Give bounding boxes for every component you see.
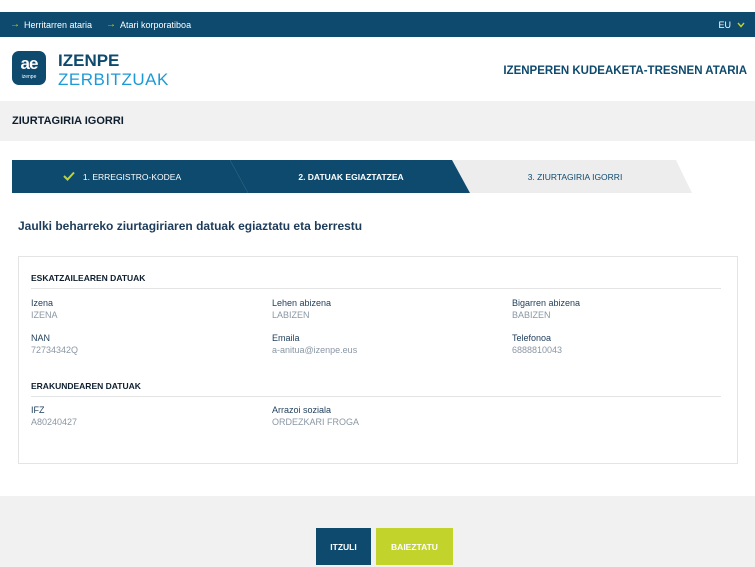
- top-link-label: Herritarren ataria: [24, 19, 93, 30]
- check-icon: [63, 171, 75, 183]
- field-value: A80240427: [31, 417, 78, 427]
- field-label: Izena: [31, 298, 54, 308]
- field-izena: Izena IZENA: [31, 298, 58, 320]
- applicant-section-title: ESKATZAILEAREN DATUAK: [31, 273, 721, 289]
- page-title: ZIURTAGIRIA IGORRI: [12, 115, 124, 127]
- top-link-citizen-portal[interactable]: → Herritarren ataria: [10, 19, 92, 30]
- field-lehen-abizena: Lehen abizena LABIZEN: [272, 298, 331, 320]
- top-link-label: Atari korporatiboa: [120, 19, 192, 30]
- logo-sub: izenpe: [21, 74, 37, 80]
- field-value: ORDEZKARI FROGA: [272, 417, 360, 427]
- back-button[interactable]: ITZULI: [316, 528, 371, 565]
- data-panel: ESKATZAILEAREN DATUAK Izena IZENA Lehen …: [18, 256, 738, 464]
- top-bar: → Herritarren ataria → Atari korporatibo…: [0, 12, 755, 37]
- step-1-label: 1. ERREGISTRO-KODEA: [82, 171, 182, 182]
- step-3: 3. ZIURTAGIRIA IGORRI: [468, 160, 682, 193]
- field-label: NAN: [31, 333, 51, 343]
- field-emaila: Emaila a-anitua@izenpe.eus: [272, 333, 357, 355]
- field-label: Emaila: [272, 333, 300, 343]
- arrow-right-icon: →: [10, 19, 20, 30]
- chevron-down-icon: [737, 20, 745, 30]
- field-ifz: IFZ A80240427: [31, 405, 77, 427]
- brand-subname: ZERBITZUAK: [58, 70, 169, 89]
- site-header: ae izenpe IZENPE ZERBITZUAK IZENPEREN KU…: [0, 37, 755, 101]
- field-nan: NAN 72734342Q: [31, 333, 78, 355]
- confirm-button[interactable]: BAIEZTATU: [376, 528, 453, 565]
- izenpe-logo[interactable]: ae izenpe: [12, 51, 46, 85]
- step-2-label: 2. DATUAK EGIAZTATZEA: [298, 171, 404, 182]
- action-footer: ITZULI BAIEZTATU: [0, 496, 755, 567]
- language-label: EU: [718, 19, 731, 30]
- step-3-label: 3. ZIURTAGIRIA IGORRI: [527, 171, 623, 182]
- step-2: 2. DATUAK EGIAZTATZEA: [238, 160, 464, 193]
- field-arrazoi-soziala: Arrazoi soziala ORDEZKARI FROGA: [272, 405, 359, 427]
- field-value: 6888810043: [512, 345, 563, 355]
- brand-name: IZENPE: [58, 51, 120, 70]
- field-value: BABIZEN: [512, 310, 551, 320]
- field-label: Lehen abizena: [272, 298, 332, 308]
- field-value: a-anitua@izenpe.eus: [272, 345, 358, 355]
- top-link-corporate-portal[interactable]: → Atari korporatiboa: [106, 19, 191, 30]
- logo-mark: ae: [20, 54, 39, 73]
- progress-stepper: 1. ERREGISTRO-KODEA 2. DATUAK EGIAZTATZE…: [12, 160, 692, 193]
- organization-section-title: ERAKUNDEAREN DATUAK: [31, 381, 721, 397]
- field-label: Arrazoi soziala: [272, 405, 332, 415]
- field-value: 72734342Q: [31, 345, 79, 355]
- field-telefonoa: Telefonoa 6888810043: [512, 333, 562, 355]
- arrow-right-icon: →: [106, 19, 117, 30]
- language-selector[interactable]: EU: [718, 12, 745, 37]
- field-label: Bigarren abizena: [512, 298, 581, 308]
- page-heading-bar: ZIURTAGIRIA IGORRI: [0, 101, 755, 141]
- portal-title: IZENPEREN KUDEAKETA-TRESNEN ATARIA: [503, 65, 747, 77]
- section-subtitle: Jaulki beharreko ziurtagiriaren datuak e…: [18, 219, 363, 233]
- field-label: Telefonoa: [512, 333, 552, 343]
- field-label: IFZ: [31, 405, 45, 415]
- field-value: LABIZEN: [272, 310, 310, 320]
- field-bigarren-abizena: Bigarren abizena BABIZEN: [512, 298, 580, 320]
- field-value: IZENA: [31, 310, 58, 320]
- step-1: 1. ERREGISTRO-KODEA: [12, 160, 232, 193]
